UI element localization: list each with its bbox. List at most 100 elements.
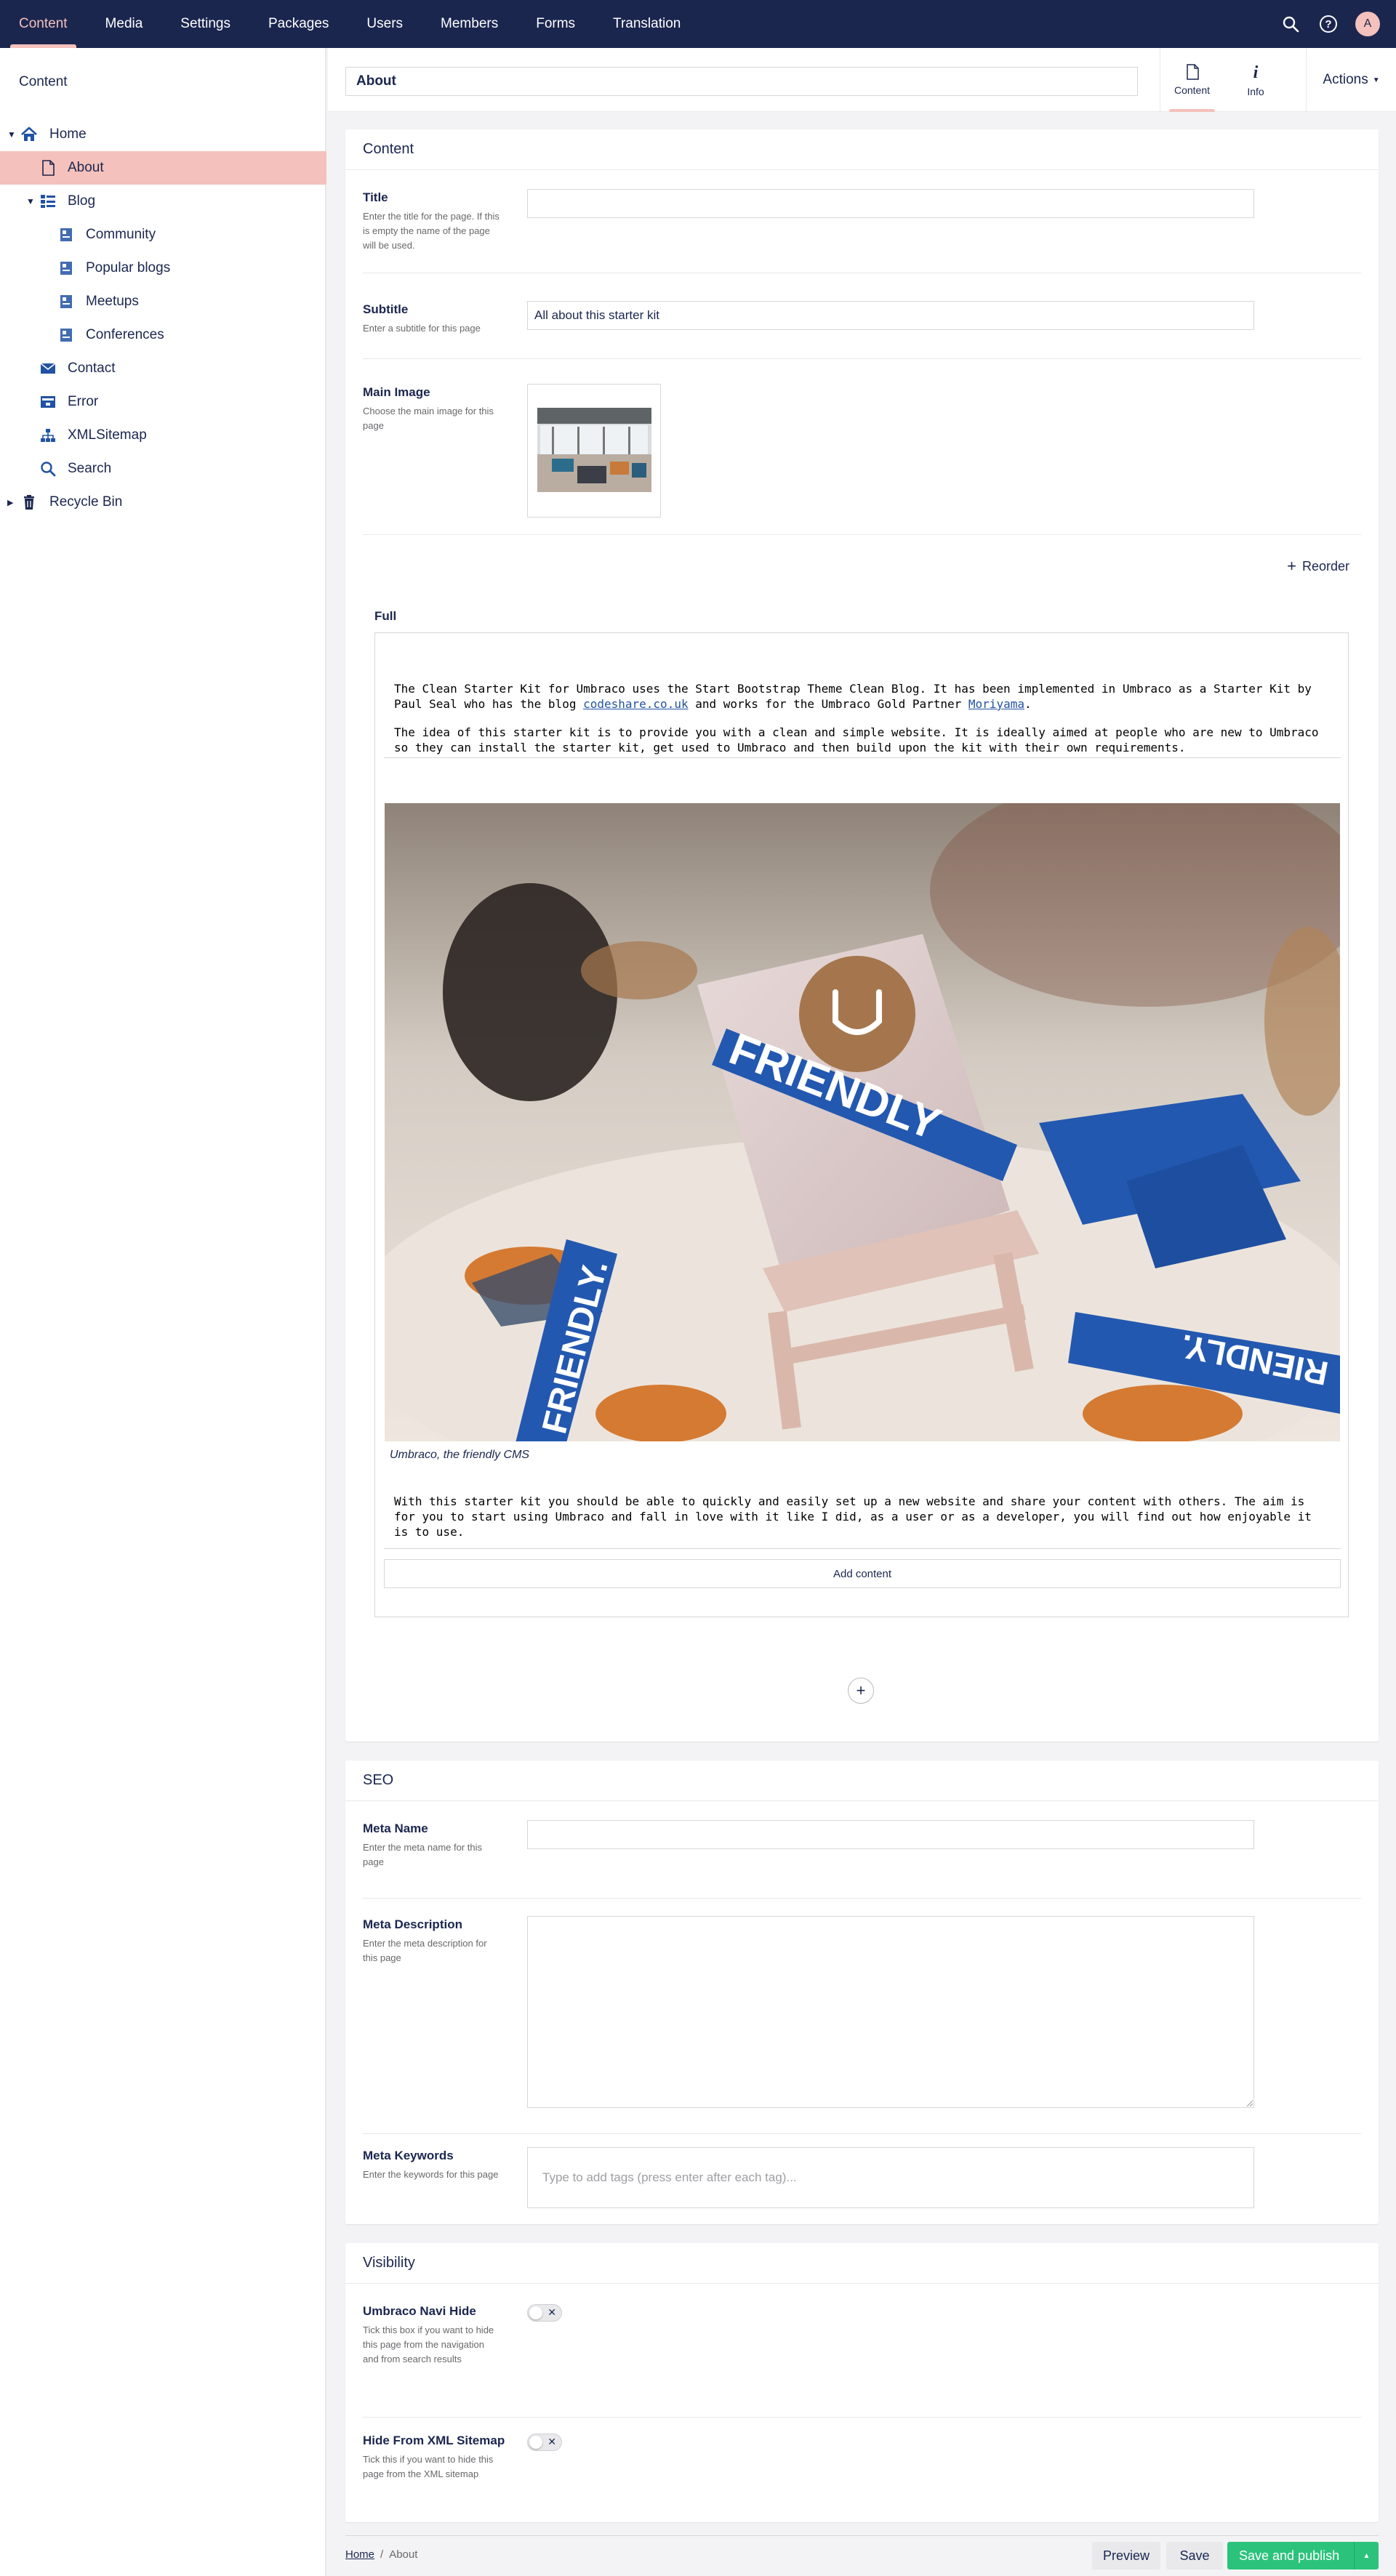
app-tab-content[interactable]: Content <box>1160 48 1224 112</box>
tree-item-about[interactable]: About <box>0 151 326 185</box>
property-label: Hide From XML Sitemap <box>363 2434 505 2447</box>
node-name-input[interactable] <box>345 67 1138 96</box>
app-tab-label: Info <box>1247 85 1264 97</box>
tree-item-meetups[interactable]: Meetups <box>0 285 326 318</box>
rich-text-cell-outro[interactable]: With this starter kit you should be able… <box>384 1472 1341 1549</box>
section-tabs: Content Media Settings Packages Users Me… <box>0 0 699 48</box>
section-tab-content[interactable]: Content <box>0 0 87 48</box>
breadcrumb: Home / About <box>345 2548 417 2561</box>
friendly-cms-image[interactable]: FRIENDLY FRIENDLY. RIENDLY. <box>385 803 1340 1441</box>
image-caption: Umbraco, the friendly CMS <box>390 1449 530 1461</box>
close-icon: ✕ <box>547 2436 556 2447</box>
main-image-thumbnail[interactable] <box>537 408 651 492</box>
tree-item-label: Error <box>68 394 99 409</box>
property-label: Meta Description <box>363 1917 462 1931</box>
toggle-knob <box>529 2306 542 2319</box>
section-tab-translation[interactable]: Translation <box>594 0 699 48</box>
meta-name-input[interactable] <box>527 1820 1254 1849</box>
reorder-button[interactable]: + Reorder <box>1287 557 1349 576</box>
preview-button[interactable]: Preview <box>1092 2542 1160 2569</box>
group-title: SEO <box>345 1760 1379 1801</box>
caret-down-icon[interactable]: ▼ <box>7 129 16 140</box>
rte-paragraph: The idea of this starter kit is to provi… <box>394 725 1319 754</box>
seo-group-panel: SEO Meta Name Enter the meta name for th… <box>345 1760 1379 2224</box>
breadcrumb-separator: / <box>380 2548 384 2561</box>
rte-paragraph: With this starter kit you should be able… <box>394 1494 1312 1539</box>
property-label: Meta Keywords <box>363 2149 454 2162</box>
tree-item-home[interactable]: ▼ Home <box>0 118 326 151</box>
property-description: Tick this if you want to hide this page … <box>363 2454 494 2479</box>
grid-editor: Full The Clean Starter Kit for Umbraco u… <box>374 609 1349 1625</box>
media-picker[interactable] <box>527 384 661 518</box>
visibility-group-panel: Visibility Umbraco Navi Hide Tick this b… <box>345 2243 1379 2522</box>
title-input[interactable] <box>527 189 1254 218</box>
tree-item-label: Blog <box>68 193 96 209</box>
save-and-publish-button[interactable]: Save and publish ▲ <box>1227 2542 1379 2569</box>
section-tab-forms[interactable]: Forms <box>517 0 594 48</box>
tree-item-error[interactable]: Error <box>0 385 326 419</box>
thumbnail-list-icon <box>39 193 57 210</box>
moriyama-link[interactable]: Moriyama <box>968 697 1024 711</box>
plus-icon: + <box>1287 557 1296 575</box>
editor-header: Content i Info Actions ▼ <box>328 48 1396 112</box>
content-group-panel: Content Title Enter the title for the pa… <box>345 129 1379 1742</box>
search-icon <box>39 460 57 478</box>
tree-item-xmlsitemap[interactable]: XMLSitemap <box>0 419 326 452</box>
add-row-plus-icon[interactable]: + <box>848 1678 874 1704</box>
save-button[interactable]: Save <box>1166 2542 1223 2569</box>
article-icon <box>57 293 75 310</box>
property-description: Enter the meta description for this page <box>363 1938 487 1963</box>
section-tab-packages[interactable]: Packages <box>249 0 348 48</box>
close-icon: ✕ <box>547 2306 556 2318</box>
tree-item-popular-blogs[interactable]: Popular blogs <box>0 251 326 285</box>
tree-item-label: Recycle Bin <box>49 494 123 510</box>
section-tab-members[interactable]: Members <box>422 0 517 48</box>
section-tab-users[interactable]: Users <box>348 0 422 48</box>
caret-right-icon[interactable]: ▶ <box>7 498 13 507</box>
sitemap-hide-toggle[interactable]: ✕ <box>527 2434 562 2451</box>
tree-item-recycle-bin[interactable]: ▶ Recycle Bin <box>0 486 326 519</box>
caret-down-icon[interactable]: ▼ <box>26 196 35 206</box>
article-icon <box>57 226 75 243</box>
actions-label: Actions <box>1323 72 1368 87</box>
avatar[interactable]: A <box>1355 12 1380 36</box>
property-meta-keywords: Meta Keywords Enter the keywords for thi… <box>363 2147 1361 2224</box>
rich-text-cell-intro[interactable]: The Clean Starter Kit for Umbraco uses t… <box>384 656 1341 758</box>
property-label: Meta Name <box>363 1822 428 1835</box>
tree-item-community[interactable]: Community <box>0 218 326 251</box>
rte-paragraph: The Clean Starter Kit for Umbraco uses t… <box>394 682 1312 711</box>
subtitle-input[interactable]: All about this starter kit <box>527 301 1254 330</box>
meta-description-textarea[interactable] <box>527 1916 1254 2108</box>
tree-item-blog[interactable]: ▼ Blog <box>0 185 326 218</box>
reorder-label: Reorder <box>1301 558 1349 573</box>
search-icon[interactable] <box>1280 13 1301 35</box>
tree-item-conferences[interactable]: Conferences <box>0 318 326 352</box>
navi-hide-toggle[interactable]: ✕ <box>527 2304 562 2322</box>
property-label: Main Image <box>363 385 430 399</box>
grid-section-label: Full <box>374 609 397 623</box>
tree-item-search[interactable]: Search <box>0 452 326 486</box>
document-icon <box>1186 64 1199 80</box>
caret-down-icon: ▼ <box>1372 76 1380 84</box>
meta-keywords-tags-input[interactable]: Type to add tags (press enter after each… <box>527 2147 1254 2208</box>
help-icon[interactable]: ? <box>1317 13 1339 35</box>
property-hide-from-xml-sitemap: Hide From XML Sitemap Tick this if you w… <box>363 2434 1361 2522</box>
tree-item-label: Conferences <box>86 327 164 342</box>
codeshare-link[interactable]: codeshare.co.uk <box>583 697 689 711</box>
grid-row: The Clean Starter Kit for Umbraco uses t… <box>374 632 1349 1617</box>
mail-icon <box>39 360 57 377</box>
actions-dropdown[interactable]: Actions ▼ <box>1306 48 1396 112</box>
section-tab-media[interactable]: Media <box>87 0 162 48</box>
sitemap-icon <box>39 427 57 444</box>
breadcrumb-home-link[interactable]: Home <box>345 2548 374 2561</box>
caret-up-icon[interactable]: ▲ <box>1354 2542 1379 2569</box>
resize-handle-icon[interactable] <box>1245 2099 1253 2106</box>
trash-icon <box>20 494 38 511</box>
tree-item-contact[interactable]: Contact <box>0 352 326 385</box>
breadcrumb-current: About <box>389 2548 418 2561</box>
add-content-button[interactable]: Add content <box>384 1559 1341 1588</box>
section-tab-settings[interactable]: Settings <box>161 0 249 48</box>
app-tab-info[interactable]: i Info <box>1224 48 1288 112</box>
tree-title: Content <box>19 74 68 89</box>
property-title: Title Enter the title for the page. If t… <box>363 189 1361 273</box>
